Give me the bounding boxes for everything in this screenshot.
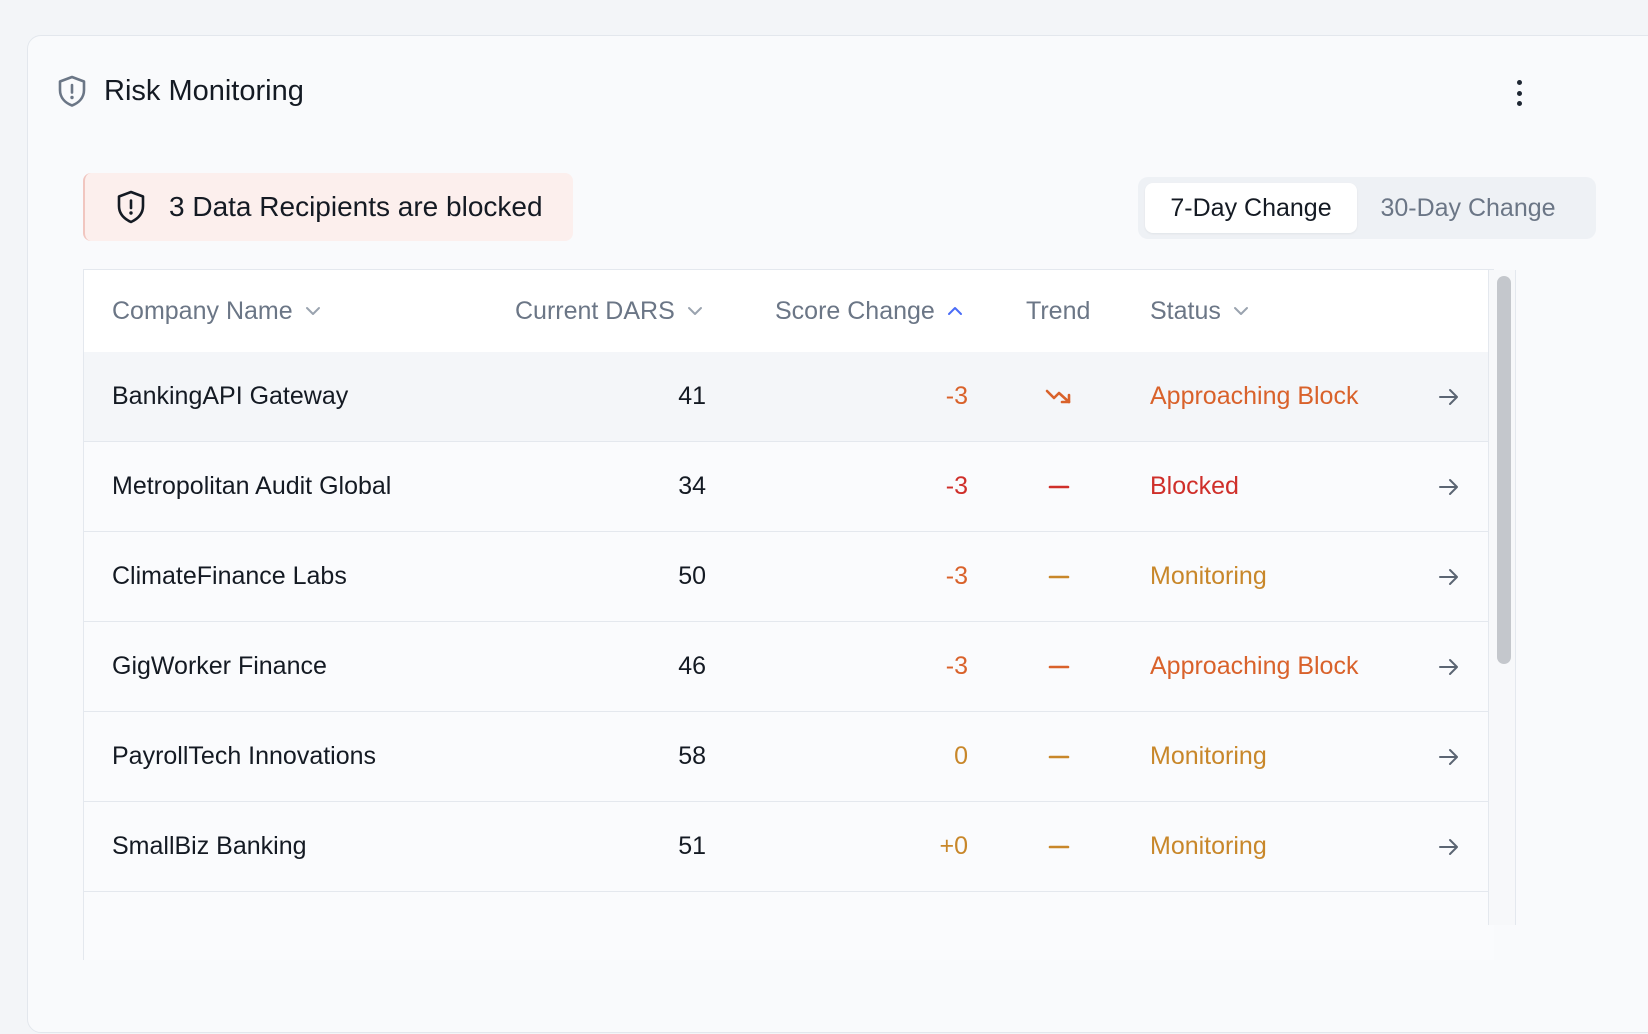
current-dars: 41 — [678, 382, 706, 410]
column-header-trend: Trend — [1026, 270, 1090, 352]
arrow-right-icon[interactable] — [1434, 622, 1464, 711]
current-dars: 34 — [678, 472, 706, 500]
card-header: Risk Monitoring — [56, 74, 304, 108]
table-row[interactable]: GigWorker Finance 46 -3 Approaching Bloc… — [84, 622, 1494, 712]
card-title: Risk Monitoring — [104, 74, 304, 107]
current-dars: 58 — [678, 742, 706, 770]
status-badge: Approaching Block — [1150, 652, 1359, 680]
column-label: Score Change — [775, 296, 935, 325]
column-header-status[interactable]: Status — [1150, 270, 1249, 352]
company-name: GigWorker Finance — [112, 652, 327, 680]
status-badge: Monitoring — [1150, 832, 1267, 860]
risk-monitoring-card: Risk Monitoring 3 Data Recipients are bl… — [27, 35, 1648, 1033]
score-change: 0 — [954, 742, 968, 770]
company-name: PayrollTech Innovations — [112, 742, 377, 770]
flat-dash-icon — [1039, 532, 1079, 621]
arrow-right-icon[interactable] — [1434, 352, 1464, 441]
company-name: ClimateFinance Labs — [112, 562, 347, 590]
column-label: Trend — [1026, 296, 1091, 325]
table-row[interactable]: PayrollTech Innovations 58 0 Monitoring — [84, 712, 1494, 802]
chevron-up-icon — [947, 307, 962, 315]
current-dars: 50 — [678, 562, 706, 590]
shield-alert-icon — [58, 75, 86, 107]
alert-text: 3 Data Recipients are blocked — [169, 191, 543, 222]
table-row[interactable]: Metropolitan Audit Global 34 -3 Blocked — [84, 442, 1494, 532]
flat-dash-icon — [1039, 622, 1079, 711]
table-row[interactable]: ClimateFinance Labs 50 -3 Monitoring — [84, 532, 1494, 622]
chevron-down-icon — [687, 307, 702, 315]
company-name: Metropolitan Audit Global — [112, 472, 392, 500]
status-badge: Monitoring — [1150, 562, 1267, 590]
status-badge: Monitoring — [1150, 742, 1267, 770]
column-label: Company Name — [112, 296, 293, 325]
status-badge: Blocked — [1150, 472, 1239, 500]
tab-7-day-change[interactable]: 7-Day Change — [1145, 183, 1357, 233]
table-header: Company Name Current DARS Score Change T… — [84, 270, 1494, 353]
column-header-current-dars[interactable]: Current DARS — [515, 270, 703, 352]
score-change: -3 — [945, 562, 968, 590]
column-label: Status — [1150, 296, 1221, 325]
table-row[interactable] — [84, 892, 1494, 960]
trending-down-icon — [1039, 352, 1079, 441]
tab-30-day-change[interactable]: 30-Day Change — [1357, 183, 1579, 233]
kebab-menu-icon[interactable] — [1508, 78, 1530, 108]
status-badge: Approaching Block — [1150, 382, 1359, 410]
arrow-right-icon[interactable] — [1434, 712, 1464, 801]
shield-alert-icon — [117, 190, 145, 224]
table-row[interactable]: BankingAPI Gateway 41 -3 Approaching Blo… — [84, 352, 1494, 442]
column-label: Current DARS — [515, 296, 675, 325]
flat-dash-icon — [1039, 712, 1079, 801]
table-row[interactable]: SmallBiz Banking 51 +0 Monitoring — [84, 802, 1494, 892]
risk-table: Company Name Current DARS Score Change T… — [83, 269, 1494, 960]
current-dars: 46 — [678, 652, 706, 680]
arrow-right-icon[interactable] — [1434, 442, 1464, 531]
column-header-score-change[interactable]: Score Change — [775, 270, 963, 352]
score-change: -3 — [945, 472, 968, 500]
company-name: SmallBiz Banking — [112, 832, 307, 860]
table-scrollbar-thumb[interactable] — [1497, 276, 1511, 664]
score-change: -3 — [945, 652, 968, 680]
chevron-down-icon — [305, 307, 320, 315]
company-name: BankingAPI Gateway — [112, 382, 349, 410]
arrow-right-icon[interactable] — [1434, 802, 1464, 891]
period-toggle: 7-Day Change 30-Day Change — [1138, 177, 1596, 239]
arrow-right-icon[interactable] — [1434, 532, 1464, 621]
blocked-alert-banner: 3 Data Recipients are blocked — [83, 173, 573, 241]
current-dars: 51 — [678, 832, 706, 860]
score-change: -3 — [945, 382, 968, 410]
chevron-down-icon — [1233, 307, 1248, 315]
column-header-company-name[interactable]: Company Name — [112, 270, 321, 352]
score-change: +0 — [939, 832, 968, 860]
flat-dash-icon — [1039, 802, 1079, 891]
flat-dash-icon — [1039, 442, 1079, 531]
